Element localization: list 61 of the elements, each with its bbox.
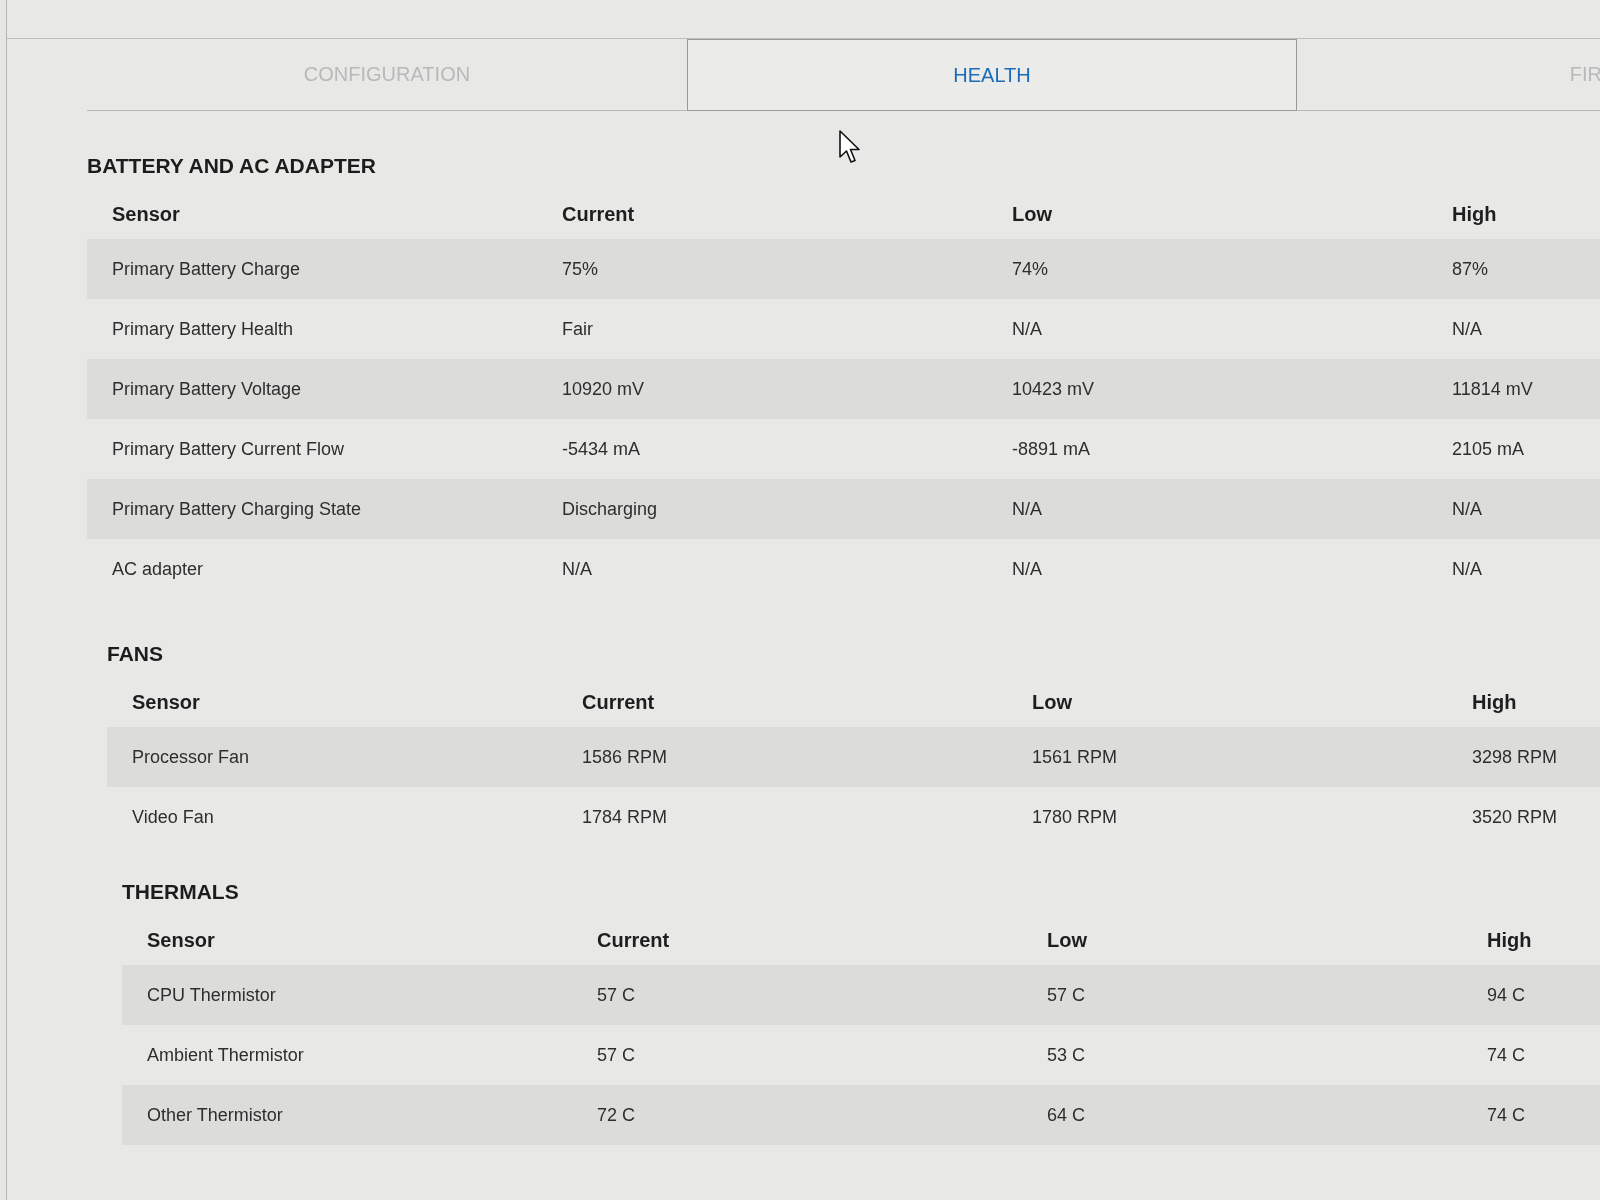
table-cell: Processor Fan [132,746,250,768]
column-header: High [1487,928,1532,952]
section-title: THERMALS [122,879,240,905]
table-cell: Video Fan [132,806,214,828]
table-cell: 57 C [1047,984,1086,1006]
tab[interactable]: HEALTH [687,39,1297,111]
table-cell: Discharging [562,498,658,520]
table-cell: N/A [1012,318,1042,340]
table-cell: N/A [1012,558,1042,580]
table-cell: 74% [1012,258,1049,280]
column-header: Current [597,928,670,952]
table-cell: 1561 RPM [1032,746,1118,768]
table-cell: N/A [1452,498,1482,520]
section-title: BATTERY AND AC ADAPTER [87,153,377,179]
section-title: FANS [107,641,164,667]
column-header: Low [1012,202,1052,226]
table-cell: 1784 RPM [582,806,668,828]
table-cell: Fair [562,318,593,340]
table-cell: 11814 mV [1452,378,1533,400]
column-header: Low [1047,928,1087,952]
table-cell: 64 C [1047,1104,1086,1126]
table-cell: 3520 RPM [1472,806,1558,828]
table-cell: 3298 RPM [1472,746,1558,768]
table-cell: 10423 mV [1012,378,1095,400]
table-cell: 57 C [597,1044,636,1066]
column-header: Current [582,690,655,714]
column-header: Low [1032,690,1072,714]
mouse-pointer-icon [839,130,861,164]
table-cell: Ambient Thermistor [147,1044,304,1066]
table-cell: 2105 mA [1452,438,1525,460]
table-cell: 1780 RPM [1032,806,1118,828]
table-cell: -8891 mA [1012,438,1091,460]
table-cell: 10920 mV [562,378,645,400]
column-header: Current [562,202,635,226]
column-header: Sensor [147,928,215,952]
table-cell: 72 C [597,1104,636,1126]
table-cell: Primary Battery Voltage [112,378,302,400]
table-cell: Other Thermistor [147,1104,283,1126]
table-cell: N/A [562,558,592,580]
table-cell: Primary Battery Health [112,318,294,340]
table-cell: 74 C [1487,1044,1526,1066]
table-cell: CPU Thermistor [147,984,276,1006]
table-cell: 57 C [597,984,636,1006]
table-cell: -5434 mA [562,438,641,460]
table-cell: N/A [1012,498,1042,520]
table-cell: 1586 RPM [582,746,668,768]
table-cell: Primary Battery Charging State [112,498,362,520]
table-cell: Primary Battery Current Flow [112,438,345,460]
column-header: High [1452,202,1497,226]
table-cell: 87% [1452,258,1489,280]
table-cell: Primary Battery Charge [112,258,301,280]
table-cell: 75% [562,258,599,280]
table-cell: 53 C [1047,1044,1086,1066]
table-cell: 94 C [1487,984,1526,1006]
table-cell: N/A [1452,558,1482,580]
table-cell: AC adapter [112,558,204,580]
column-header: High [1472,690,1517,714]
column-header: Sensor [132,690,200,714]
column-header: Sensor [112,202,180,226]
table-cell: 74 C [1487,1104,1526,1126]
table-cell: N/A [1452,318,1482,340]
